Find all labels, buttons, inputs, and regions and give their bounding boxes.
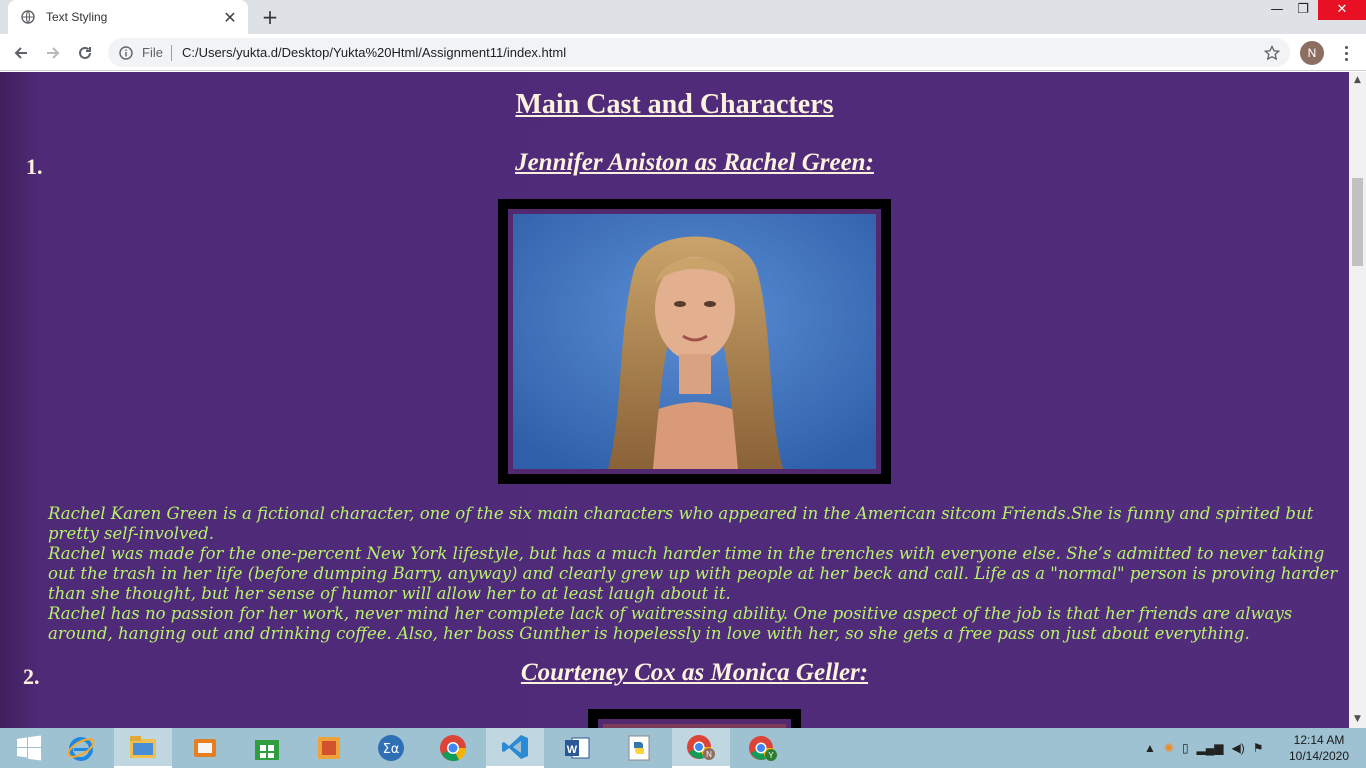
- scheme-label: File: [142, 45, 163, 60]
- weather-icon[interactable]: ✺: [1164, 741, 1174, 755]
- rachel-photo-frame: [498, 199, 891, 484]
- character-title-2: Courteney Cox as Monica Geller:: [520, 659, 869, 686]
- tab-title: Text Styling: [46, 10, 108, 24]
- reload-button[interactable]: [72, 40, 98, 66]
- page-heading: Main Cast and Characters: [515, 89, 834, 120]
- internet-explorer-icon[interactable]: [52, 728, 110, 768]
- network-device-icon[interactable]: ▯: [1182, 741, 1189, 755]
- media-icon[interactable]: [176, 728, 234, 768]
- system-tray: ▲ ✺ ▯ ▂▄▆ ◀) ⚑: [1144, 728, 1264, 768]
- file-explorer-icon[interactable]: [114, 728, 172, 768]
- description-paragraph: Rachel Karen Green is a fictional charac…: [48, 504, 1314, 543]
- arrow-left-icon: [14, 47, 27, 59]
- description-paragraph: Rachel has no passion for her work, neve…: [48, 604, 1293, 643]
- tab-close-icon[interactable]: ✕: [222, 8, 238, 27]
- info-icon[interactable]: [118, 45, 134, 61]
- svg-text:W: W: [567, 744, 578, 756]
- bookmark-star-icon[interactable]: [1262, 43, 1282, 63]
- vscode-icon[interactable]: [486, 728, 544, 768]
- svg-text:Y: Y: [768, 751, 774, 760]
- address-bar[interactable]: File C:/Users/yukta.d/Desktop/Yukta%20Ht…: [108, 38, 1290, 67]
- url-text[interactable]: C:/Users/yukta.d/Desktop/Yukta%20Html/As…: [182, 45, 1262, 60]
- volume-icon[interactable]: ◀): [1232, 741, 1245, 755]
- chrome-icon[interactable]: [424, 728, 482, 768]
- monica-photo: [598, 719, 791, 728]
- taskbar: Σα W N Y ▲ ✺ ▯ ▂▄▆ ◀) ⚑ 12:14 AM 10/14/2…: [0, 728, 1366, 768]
- word-icon[interactable]: W: [548, 728, 606, 768]
- browser-tab[interactable]: Text Styling ✕: [8, 0, 248, 34]
- profile-avatar[interactable]: N: [1300, 41, 1324, 65]
- character-description-1: Rachel Karen Green is a fictional charac…: [48, 504, 1343, 644]
- scroll-up-icon[interactable]: ▲: [1349, 72, 1366, 89]
- system-clock[interactable]: 12:14 AM 10/14/2020: [1284, 732, 1354, 764]
- forward-button[interactable]: [40, 40, 66, 66]
- globe-icon: [20, 9, 36, 25]
- reload-icon: [79, 46, 91, 59]
- chrome-profile-n-icon[interactable]: N: [672, 728, 730, 768]
- svg-text:Σα: Σα: [383, 742, 400, 757]
- description-paragraph: Rachel was made for the one-percent New …: [48, 544, 1338, 603]
- python-icon[interactable]: [610, 728, 668, 768]
- new-tab-button[interactable]: +: [258, 5, 282, 29]
- address-divider: [170, 44, 172, 61]
- scroll-down-icon[interactable]: ▼: [1349, 711, 1366, 728]
- wifi-signal-icon[interactable]: ▂▄▆: [1197, 741, 1224, 755]
- tab-strip: Text Styling ✕ + — ❐ ✕: [0, 0, 1366, 34]
- browser-toolbar: File C:/Users/yukta.d/Desktop/Yukta%20Ht…: [0, 34, 1366, 71]
- scrollbar-thumb[interactable]: [1352, 178, 1363, 266]
- vertical-scrollbar[interactable]: ▲ ▼: [1349, 72, 1366, 728]
- arrow-right-icon: [47, 47, 60, 59]
- monica-photo-frame: [588, 709, 801, 728]
- office-icon[interactable]: [300, 728, 358, 768]
- show-hidden-icons-icon[interactable]: ▲: [1144, 741, 1156, 755]
- close-window-button[interactable]: ✕: [1318, 0, 1366, 20]
- store-icon[interactable]: [238, 728, 296, 768]
- rachel-photo: [508, 209, 881, 474]
- start-icon[interactable]: [0, 728, 58, 768]
- more-menu-icon[interactable]: [1334, 40, 1358, 66]
- math-input-icon[interactable]: Σα: [362, 728, 420, 768]
- chrome-profile-y-icon[interactable]: Y: [734, 728, 792, 768]
- character-title-1: Jennifer Aniston as Rachel Green:: [515, 149, 874, 176]
- action-center-flag-icon[interactable]: ⚑: [1253, 741, 1264, 755]
- page-viewport: Main Cast and Characters 1. Jennifer Ani…: [0, 72, 1349, 728]
- clock-time: 12:14 AM: [1293, 733, 1345, 747]
- svg-text:N: N: [706, 750, 712, 759]
- clock-date: 10/14/2020: [1288, 749, 1350, 763]
- back-button[interactable]: [8, 40, 34, 66]
